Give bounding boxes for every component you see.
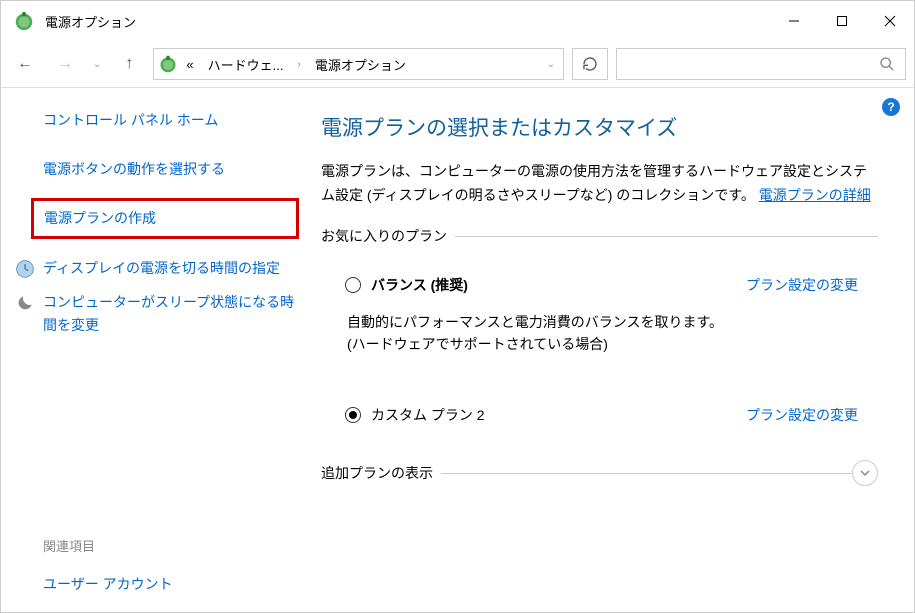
favorite-plans-section: お気に入りのプラン バランス (推奨) プラン設定の変更 自動的にパフォーマンス… <box>321 236 878 446</box>
forward-button[interactable]: → <box>49 48 81 80</box>
plan-item: バランス (推奨) プラン設定の変更 自動的にパフォーマンスと電力消費のバランス… <box>321 255 878 368</box>
window-controls <box>770 1 914 41</box>
plan-description: 自動的にパフォーマンスと電力消費のバランスを取ります。(ハードウェアでサポートさ… <box>321 311 741 356</box>
plan-name: カスタム プラン 2 <box>371 405 485 425</box>
breadcrumb-item[interactable]: ハードウェ... <box>202 51 290 78</box>
additional-plans-section: 追加プランの表示 <box>321 473 878 492</box>
plan-item: カスタム プラン 2 プラン設定の変更 <box>321 385 878 445</box>
power-options-icon <box>158 54 178 74</box>
power-options-icon <box>13 10 35 32</box>
page-title: 電源プランの選択またはカスタマイズ <box>321 112 878 142</box>
expand-button[interactable] <box>852 460 878 486</box>
control-panel-home-link[interactable]: コントロール パネル ホーム <box>43 110 297 130</box>
related-items-label: 関連項目 <box>43 536 297 555</box>
minimize-button[interactable] <box>770 1 818 41</box>
sidebar-item: コンピューターがスリープ状態になる時間を変更 <box>15 291 297 336</box>
power-plan-details-link[interactable]: 電源プランの詳細 <box>759 187 871 203</box>
titlebar-left: 電源オプション <box>13 10 136 32</box>
sidebar-link-sleep-time[interactable]: コンピューターがスリープ状態になる時間を変更 <box>43 291 297 336</box>
address-bar: ← → ⌄ ↑ « ハードウェ... › 電源オプション ⌄ <box>1 41 914 87</box>
sidebar-link-create-plan[interactable]: 電源プランの作成 <box>31 198 299 238</box>
plan-radio-balance[interactable] <box>345 277 361 293</box>
display-timer-icon <box>15 259 35 279</box>
breadcrumb-item[interactable]: 電源オプション <box>309 51 412 78</box>
breadcrumb[interactable]: « ハードウェ... › 電源オプション ⌄ <box>153 48 564 80</box>
section-legend: お気に入りのプラン <box>321 226 455 246</box>
change-plan-settings-link[interactable]: プラン設定の変更 <box>746 405 858 425</box>
chevron-right-icon[interactable]: › <box>291 59 306 70</box>
history-dropdown[interactable]: ⌄ <box>89 59 105 70</box>
change-plan-settings-link[interactable]: プラン設定の変更 <box>746 275 858 295</box>
chevron-down-icon <box>859 467 871 479</box>
main-panel: 電源プランの選択またはカスタマイズ 電源プランは、コンピューターの電源の使用方法… <box>321 88 914 612</box>
up-button[interactable]: ↑ <box>113 48 145 80</box>
help-icon[interactable]: ? <box>882 98 900 116</box>
window-title: 電源オプション <box>45 12 136 31</box>
refresh-button[interactable] <box>572 48 608 80</box>
page-description: 電源プランは、コンピューターの電源の使用方法を管理するハードウェア設定とシステム… <box>321 160 878 208</box>
close-button[interactable] <box>866 1 914 41</box>
plan-radio-custom[interactable] <box>345 407 361 423</box>
breadcrumb-prefix: « <box>180 53 199 76</box>
titlebar: 電源オプション <box>1 1 914 41</box>
sidebar-link-user-accounts[interactable]: ユーザー アカウント <box>43 573 297 595</box>
sidebar-item: ディスプレイの電源を切る時間の指定 <box>15 257 297 279</box>
search-icon <box>879 56 895 72</box>
back-button[interactable]: ← <box>9 48 41 80</box>
sidebar-link-display-off[interactable]: ディスプレイの電源を切る時間の指定 <box>43 257 280 279</box>
search-input[interactable] <box>616 48 906 80</box>
section-legend: 追加プランの表示 <box>321 463 441 483</box>
content-area: ? コントロール パネル ホーム 電源ボタンの動作を選択する 電源プランの作成 … <box>1 88 914 612</box>
plan-name: バランス (推奨) <box>371 275 468 295</box>
sidebar-link-power-button[interactable]: 電源ボタンの動作を選択する <box>43 158 297 180</box>
breadcrumb-dropdown[interactable]: ⌄ <box>543 59 559 70</box>
maximize-button[interactable] <box>818 1 866 41</box>
sidebar: コントロール パネル ホーム 電源ボタンの動作を選択する 電源プランの作成 ディ… <box>1 88 321 612</box>
sleep-moon-icon <box>15 293 35 313</box>
